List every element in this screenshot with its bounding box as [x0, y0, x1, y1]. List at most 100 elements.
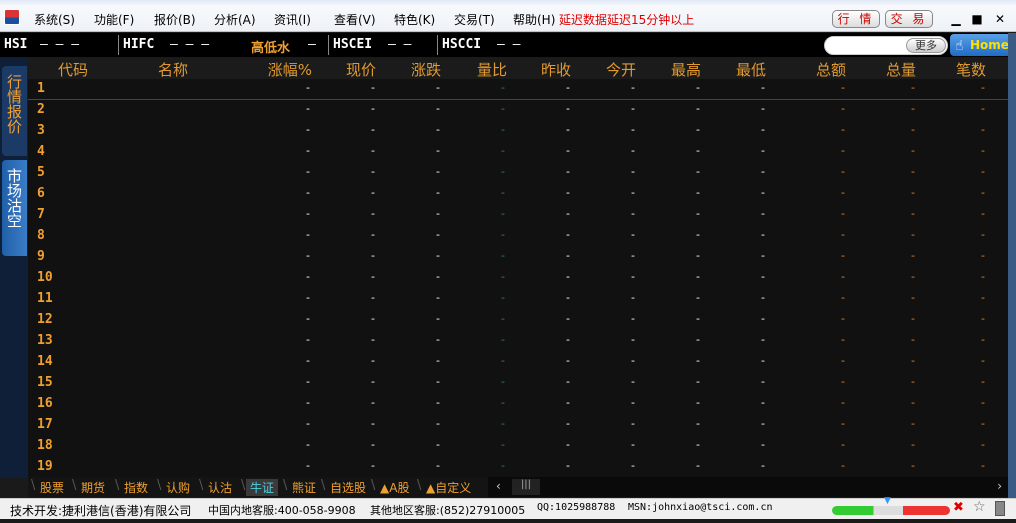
table-row[interactable]: 2 - - - - - - - - - - -: [28, 100, 1008, 121]
table-cell: -: [371, 186, 375, 199]
menu-help[interactable]: 帮助(H): [513, 11, 555, 28]
horizontal-scrollbar[interactable]: ‹ ||| ›: [488, 477, 1008, 497]
index-hsi[interactable]: HSI: [4, 37, 27, 52]
row-number: 19: [37, 459, 53, 474]
table-row[interactable]: 5 - - - - - - - - - - -: [28, 163, 1008, 184]
tab-divider: \: [283, 478, 288, 493]
menu-system[interactable]: 系统(S): [34, 11, 75, 28]
menu-view[interactable]: 查看(V): [334, 11, 376, 28]
menu-analysis[interactable]: 分析(A): [214, 11, 256, 28]
disconnect-icon[interactable]: ✖: [953, 500, 964, 515]
table-cell: -: [436, 438, 440, 451]
market-tab[interactable]: 自选股: [330, 479, 366, 496]
table-cell: -: [981, 228, 985, 241]
table-row[interactable]: 12 - - - - - - - - - - -: [28, 310, 1008, 331]
column-header[interactable]: 总额: [816, 59, 846, 80]
column-header[interactable]: 最高: [671, 59, 701, 80]
table-row[interactable]: 4 - - - - - - - - - - -: [28, 142, 1008, 163]
row-number: 3: [37, 123, 45, 138]
table-row[interactable]: 16 - - - - - - - - - - -: [28, 394, 1008, 415]
scroll-thumb[interactable]: |||: [512, 479, 540, 495]
column-header[interactable]: 现价: [346, 59, 376, 80]
table-cell: -: [306, 312, 310, 325]
market-tab[interactable]: 熊证: [292, 479, 316, 496]
index-hscei[interactable]: HSCEI: [333, 37, 372, 52]
column-header[interactable]: 名称: [158, 59, 188, 80]
column-header[interactable]: 涨跌: [411, 59, 441, 80]
table-cell: -: [501, 459, 505, 472]
column-header[interactable]: 昨收: [541, 59, 571, 80]
table-row[interactable]: 1 - - - - - - - - - - -: [28, 79, 1008, 100]
market-tab[interactable]: 股票: [40, 479, 64, 496]
table-cell: -: [371, 102, 375, 115]
lock-icon[interactable]: [995, 501, 1005, 516]
table-cell: -: [436, 102, 440, 115]
column-header[interactable]: 量比: [477, 59, 507, 80]
column-header[interactable]: 总量: [886, 59, 916, 80]
table-row[interactable]: 6 - - - - - - - - - - -: [28, 184, 1008, 205]
table-cell: -: [841, 459, 845, 472]
table-cell: -: [371, 165, 375, 178]
home-label: Home: [970, 38, 1009, 52]
trade-button[interactable]: 交 易: [885, 10, 933, 28]
scroll-right-icon[interactable]: ›: [997, 479, 1002, 493]
menu-info[interactable]: 资讯(I): [274, 11, 311, 28]
market-tab[interactable]: 认沽: [208, 479, 232, 496]
table-cell: -: [981, 312, 985, 325]
quote-button[interactable]: 行 情: [832, 10, 880, 28]
market-tab[interactable]: 牛证: [246, 479, 279, 496]
table-cell: -: [501, 438, 505, 451]
column-header[interactable]: 笔数: [956, 59, 986, 80]
minimize-button[interactable]: ▁: [946, 10, 966, 28]
column-header[interactable]: 今开: [606, 59, 636, 80]
more-button[interactable]: 更多: [906, 38, 946, 53]
table-row[interactable]: 11 - - - - - - - - - - -: [28, 289, 1008, 310]
market-tab[interactable]: 认购: [166, 479, 190, 496]
market-tab[interactable]: 指数: [124, 479, 148, 496]
table-row[interactable]: 13 - - - - - - - - - - -: [28, 331, 1008, 352]
menu-trade[interactable]: 交易(T): [454, 11, 495, 28]
table-cell: -: [631, 270, 635, 283]
table-row[interactable]: 15 - - - - - - - - - - -: [28, 373, 1008, 394]
close-button[interactable]: ✕: [990, 10, 1010, 28]
sidebar-tab-short-selling[interactable]: 市场沽空: [2, 160, 27, 256]
table-row[interactable]: 10 - - - - - - - - - - -: [28, 268, 1008, 289]
market-tab[interactable]: 期货: [81, 479, 105, 496]
table-cell: -: [631, 123, 635, 136]
maximize-button[interactable]: ■: [967, 10, 987, 28]
table-cell: -: [371, 291, 375, 304]
table-cell: -: [566, 291, 570, 304]
table-cell: -: [761, 333, 765, 346]
column-header[interactable]: 代码: [58, 59, 88, 80]
table-cell: -: [761, 438, 765, 451]
menu-quote[interactable]: 报价(B): [154, 11, 196, 28]
table-cell: -: [631, 207, 635, 220]
column-header[interactable]: 涨幅%: [268, 59, 312, 80]
market-tab[interactable]: ▲自定义: [426, 479, 471, 496]
menu-function[interactable]: 功能(F): [94, 11, 134, 28]
sidebar-tab-quotes[interactable]: 行情报价: [2, 66, 27, 156]
table-row[interactable]: 17 - - - - - - - - - - -: [28, 415, 1008, 436]
table-row[interactable]: 19 - - - - - - - - - - -: [28, 457, 1008, 478]
scroll-left-icon[interactable]: ‹: [496, 479, 501, 493]
table-row[interactable]: 7 - - - - - - - - - - -: [28, 205, 1008, 226]
table-row[interactable]: 3 - - - - - - - - - - -: [28, 121, 1008, 142]
row-number: 8: [37, 228, 45, 243]
table-row[interactable]: 14 - - - - - - - - - - -: [28, 352, 1008, 373]
table-cell: -: [841, 102, 845, 115]
menu-special[interactable]: 特色(K): [394, 11, 435, 28]
star-icon[interactable]: ☆: [973, 499, 986, 515]
table-cell: -: [696, 312, 700, 325]
market-tab[interactable]: ▲A股: [380, 479, 409, 496]
home-button[interactable]: ☝ Home: [950, 34, 1012, 56]
table-cell: -: [566, 417, 570, 430]
table-row[interactable]: 9 - - - - - - - - - - -: [28, 247, 1008, 268]
table-cell: -: [761, 417, 765, 430]
table-row[interactable]: 8 - - - - - - - - - - -: [28, 226, 1008, 247]
index-hscci[interactable]: HSCCI: [442, 37, 481, 52]
table-cell: -: [371, 459, 375, 472]
table-row[interactable]: 18 - - - - - - - - - - -: [28, 436, 1008, 457]
column-header[interactable]: 最低: [736, 59, 766, 80]
index-hifc[interactable]: HIFC: [123, 37, 154, 52]
table-cell: -: [911, 186, 915, 199]
